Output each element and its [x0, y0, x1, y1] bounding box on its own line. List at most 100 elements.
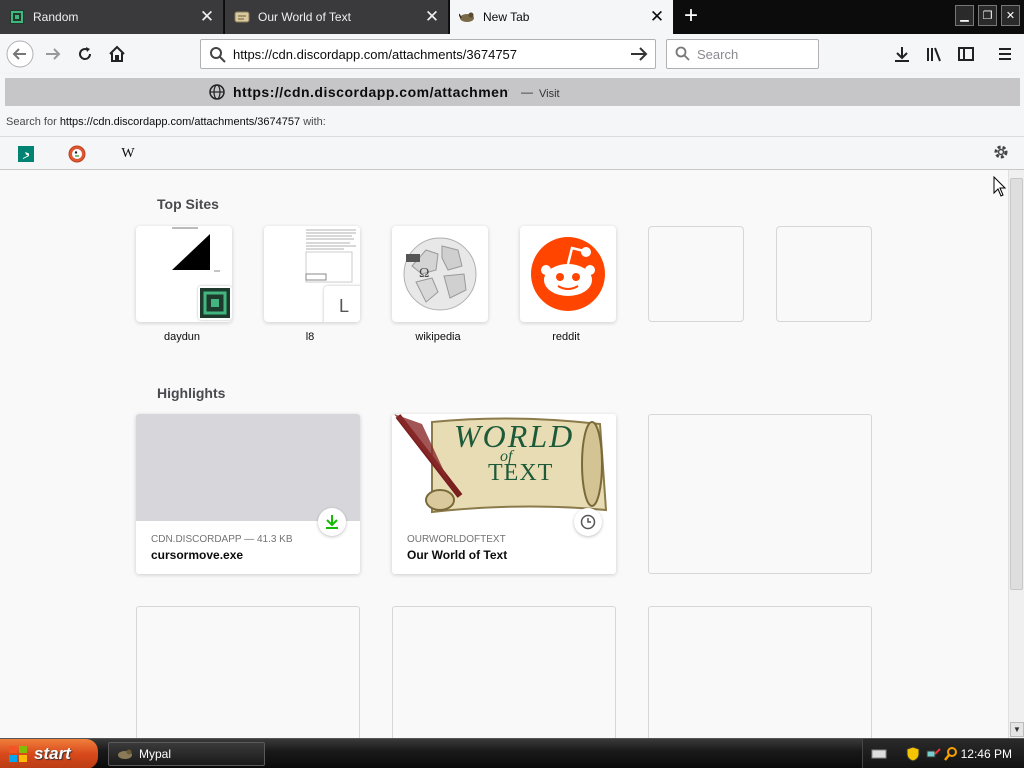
minimize-button[interactable]: ▁ — [955, 5, 974, 26]
gear-icon[interactable] — [992, 143, 1010, 164]
empty-top-site-tile[interactable] — [776, 226, 872, 322]
library-button[interactable] — [919, 39, 949, 69]
globe-icon — [209, 84, 225, 103]
discord-d-icon — [9, 9, 25, 25]
search-for-suffix: with: — [303, 116, 326, 128]
search-placeholder: Search — [697, 47, 739, 62]
library-icon — [927, 47, 941, 62]
tab-our-world-of-text[interactable]: Our World of Text ✕ — [225, 0, 449, 34]
search-icon — [675, 46, 691, 65]
sidebar-button[interactable] — [951, 39, 981, 69]
highlights-heading: Highlights — [157, 385, 226, 401]
downloads-button[interactable] — [887, 39, 917, 69]
suggestion-url: https://cdn.discordapp.com/attachments — [233, 84, 509, 100]
autocomplete-suggestion[interactable]: https://cdn.discordapp.com/attachments —… — [5, 78, 1020, 106]
top-site-label: reddit — [552, 331, 580, 343]
top-site-tile[interactable]: L — [264, 226, 360, 322]
search-engine-row: W — [0, 136, 1024, 170]
home-icon — [109, 45, 125, 62]
tab-title: New Tab — [483, 10, 530, 24]
keyboard-icon[interactable] — [871, 746, 887, 762]
sidebar-icon — [958, 47, 974, 61]
thumb-text: TEXT — [488, 460, 554, 486]
empty-top-site-tile[interactable] — [648, 226, 744, 322]
clock-icon — [574, 508, 602, 536]
mypal-icon — [118, 749, 132, 759]
card-thumbnail — [136, 414, 360, 521]
search-bar[interactable]: Search — [666, 39, 819, 69]
top-site-tile[interactable]: Ω — [392, 226, 488, 322]
hamburger-menu-icon — [999, 48, 1011, 60]
close-icon[interactable]: ✕ — [647, 7, 667, 27]
duckduckgo-icon[interactable] — [66, 143, 88, 165]
taskbar-item-mypal[interactable]: Mypal — [108, 742, 265, 766]
tab-random[interactable]: Random ✕ — [0, 0, 224, 34]
url-autocomplete-popup: https://cdn.discordapp.com/attachments —… — [0, 74, 1024, 170]
new-tab-button[interactable]: + — [678, 4, 704, 30]
download-icon — [895, 47, 909, 62]
security-shield-icon[interactable] — [905, 746, 921, 762]
scrollbar-thumb[interactable] — [1010, 178, 1023, 590]
tab-title: Random — [33, 10, 79, 24]
vertical-scrollbar[interactable]: ▼ — [1008, 170, 1024, 738]
start-button[interactable]: start — [0, 739, 98, 768]
scroll-down-arrow-icon[interactable]: ▼ — [1010, 722, 1024, 737]
wikipedia-glyph: Ω — [419, 266, 430, 281]
back-arrow-icon — [6, 40, 34, 68]
restore-button[interactable]: ❐ — [978, 5, 997, 26]
windows-taskbar: start Mypal 12:46 PM — [0, 738, 1024, 768]
top-site-label: wikipedia — [415, 331, 461, 343]
thumb-text: WORLD — [454, 418, 575, 454]
wikipedia-w-icon[interactable]: W — [117, 143, 139, 165]
window-close-button[interactable]: ✕ — [1001, 5, 1020, 26]
close-icon[interactable]: ✕ — [197, 7, 217, 27]
tab-new-tab[interactable]: New Tab ✕ — [450, 0, 674, 34]
empty-highlight-card[interactable] — [136, 606, 360, 738]
search-for-line: Search for https://cdn.discordapp.com/at… — [6, 116, 326, 128]
highlight-card[interactable]: WORLD of TEXT OURWORLDOFTEXT Our World o… — [392, 414, 616, 574]
tab-title: Our World of Text — [258, 10, 351, 24]
empty-highlight-card[interactable] — [648, 414, 872, 574]
top-site-tile[interactable] — [136, 226, 232, 322]
system-tray: 12:46 PM — [862, 739, 1024, 768]
tab-strip: Random ✕ Our World of Text ✕ New Tab ✕ +… — [0, 0, 1024, 34]
new-tab-page: Top Sites daydun L l8 Ω wikipedia reddit… — [0, 170, 1008, 738]
site-letter-badge: L — [324, 286, 360, 322]
windows-flag-icon — [9, 746, 27, 762]
reload-button[interactable] — [70, 39, 100, 69]
top-sites-heading: Top Sites — [157, 196, 219, 212]
top-site-label: daydun — [163, 331, 201, 343]
menu-button[interactable] — [990, 39, 1020, 69]
top-site-tile[interactable] — [520, 226, 616, 322]
search-for-url: https://cdn.discordapp.com/attachments/3… — [59, 116, 301, 128]
go-arrow-icon[interactable] — [629, 45, 649, 66]
url-input[interactable]: https://cdn.discordapp.com/attachments/3… — [233, 47, 517, 62]
start-label: start — [34, 744, 71, 763]
scroll-icon — [234, 9, 250, 25]
network-icon[interactable] — [925, 746, 941, 762]
card-title: Our World of Text — [407, 548, 508, 562]
mypal-icon — [459, 9, 475, 25]
empty-highlight-card[interactable] — [648, 606, 872, 738]
wikipedia-globe-icon — [403, 237, 477, 311]
url-bar[interactable]: https://cdn.discordapp.com/attachments/3… — [200, 39, 656, 69]
highlight-card[interactable]: CDN.DISCORDAPP — 41.3 KB cursormove.exe — [136, 414, 360, 574]
search-icon — [209, 46, 227, 67]
download-icon — [318, 508, 346, 536]
search-for-prefix: Search for — [6, 116, 57, 128]
back-button[interactable] — [5, 39, 35, 69]
mouse-cursor-icon — [993, 176, 1007, 197]
home-button[interactable] — [102, 39, 132, 69]
reddit-icon — [531, 237, 605, 311]
forward-arrow-icon — [46, 48, 61, 60]
empty-highlight-card[interactable] — [392, 606, 616, 738]
bing-icon[interactable] — [15, 143, 37, 165]
suggestion-separator: — — [521, 85, 533, 99]
suggestion-action: Visit — [539, 88, 560, 100]
card-thumbnail: WORLD of TEXT — [392, 414, 616, 521]
search-icon[interactable] — [943, 746, 959, 762]
card-title: cursormove.exe — [151, 548, 244, 562]
discord-d-icon — [198, 286, 232, 320]
close-icon[interactable]: ✕ — [422, 7, 442, 27]
forward-button[interactable] — [38, 39, 68, 69]
